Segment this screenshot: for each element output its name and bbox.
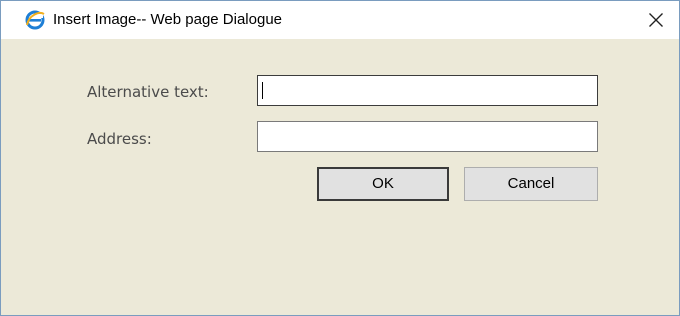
internet-explorer-icon (25, 10, 45, 30)
close-button[interactable] (633, 1, 679, 39)
dialog-content: Alternative text: Address: OK Cancel (1, 39, 679, 315)
close-icon (649, 13, 663, 27)
ok-button[interactable]: OK (317, 167, 449, 201)
alternative-text-label: Alternative text: (87, 83, 209, 101)
address-label: Address: (87, 130, 152, 148)
address-input[interactable] (257, 121, 598, 152)
cancel-button[interactable]: Cancel (464, 167, 598, 201)
title-bar[interactable]: Insert Image-- Web page Dialogue (1, 1, 679, 39)
text-cursor (262, 82, 263, 99)
window-title: Insert Image-- Web page Dialogue (53, 11, 283, 28)
alternative-text-input[interactable] (257, 75, 598, 106)
insert-image-dialog: Insert Image-- Web page Dialogue Alterna… (0, 0, 680, 316)
